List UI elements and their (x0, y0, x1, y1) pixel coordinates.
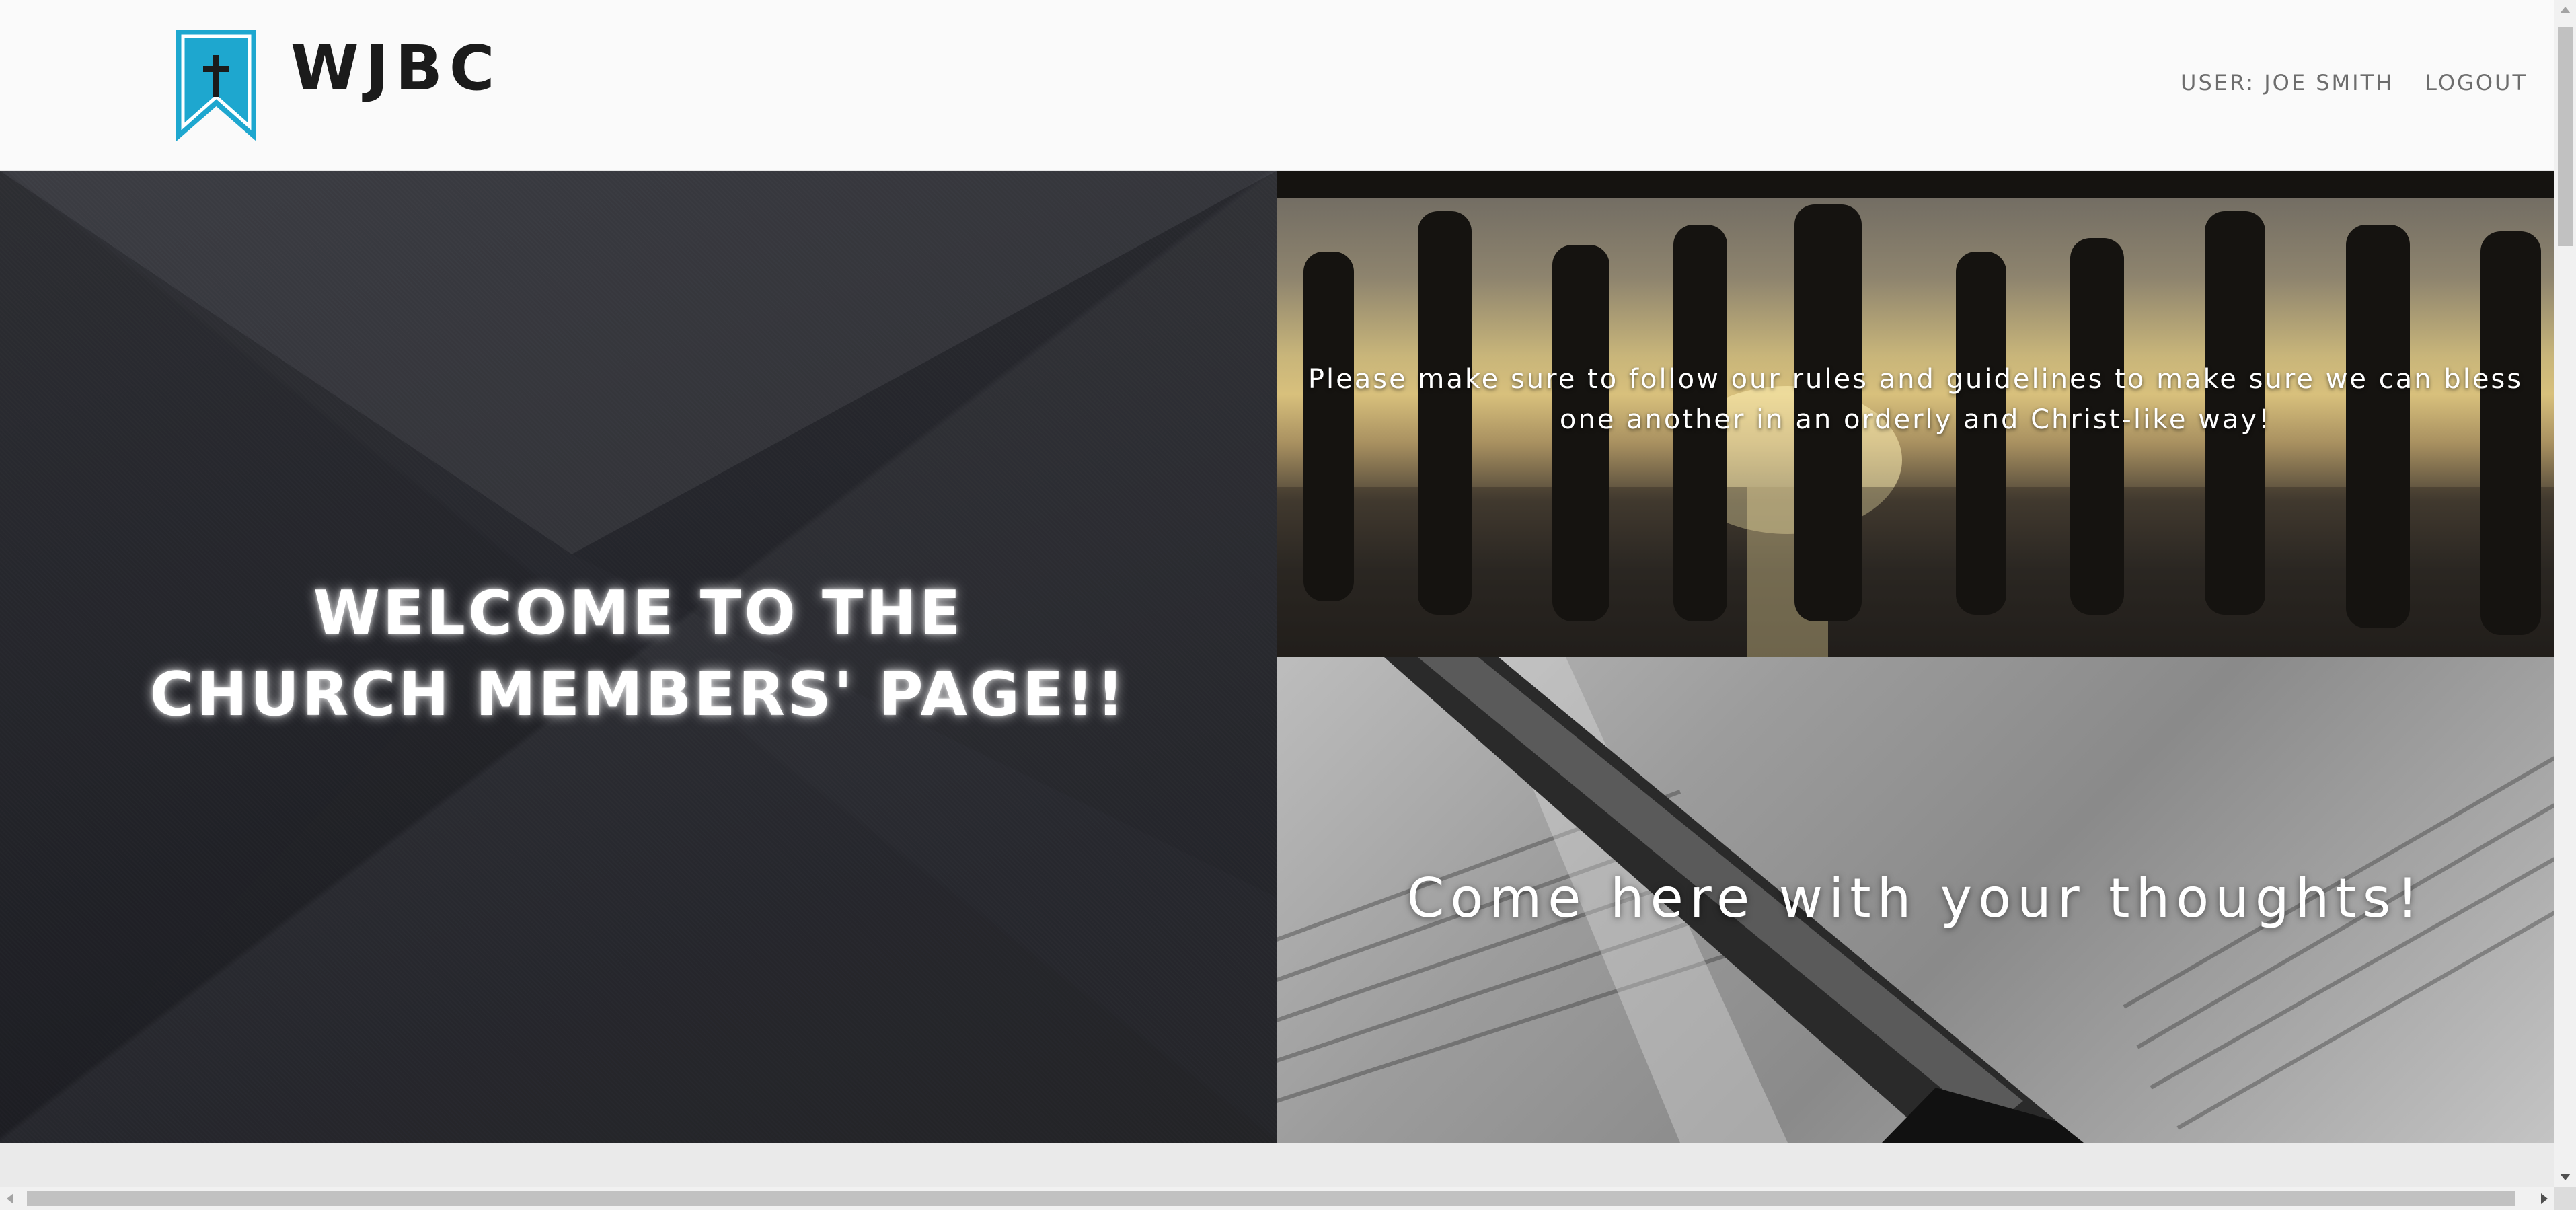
thoughts-message: Come here with your thoughts! (1406, 867, 2425, 930)
cross-bookmark-icon[interactable] (174, 27, 259, 144)
scrollbar-corner (2554, 1187, 2576, 1210)
user-menu-link[interactable]: USER: JOE SMITH (2181, 70, 2394, 96)
rules-panel[interactable]: Please make sure to follow our rules and… (1277, 171, 2554, 657)
vertical-scrollbar[interactable] (2554, 0, 2576, 1187)
welcome-heading: WELCOME TO THE CHURCH MEMBERS' PAGE!! (0, 572, 1277, 735)
horizontal-scrollbar[interactable] (0, 1187, 2554, 1210)
welcome-line-1: WELCOME TO THE (313, 578, 964, 648)
site-header: WJBC USER: JOE SMITH LOGOUT (0, 0, 2554, 171)
horizontal-scroll-thumb[interactable] (27, 1191, 2515, 1206)
welcome-hero: WELCOME TO THE CHURCH MEMBERS' PAGE!! (0, 171, 1277, 1143)
top-nav: USER: JOE SMITH LOGOUT (2181, 70, 2528, 96)
brand-name[interactable]: WJBC (291, 32, 501, 104)
scroll-right-icon[interactable] (2541, 1193, 2548, 1204)
welcome-line-2: CHURCH MEMBERS' PAGE!! (149, 659, 1127, 730)
logout-link[interactable]: LOGOUT (2425, 70, 2528, 96)
scroll-up-icon[interactable] (2560, 7, 2571, 13)
scroll-left-icon[interactable] (7, 1193, 13, 1204)
thoughts-panel[interactable]: Come here with your thoughts! (1277, 657, 2554, 1143)
scroll-down-icon[interactable] (2560, 1174, 2571, 1180)
vertical-scroll-thumb[interactable] (2558, 27, 2573, 246)
rules-message: Please make sure to follow our rules and… (1308, 364, 2524, 435)
